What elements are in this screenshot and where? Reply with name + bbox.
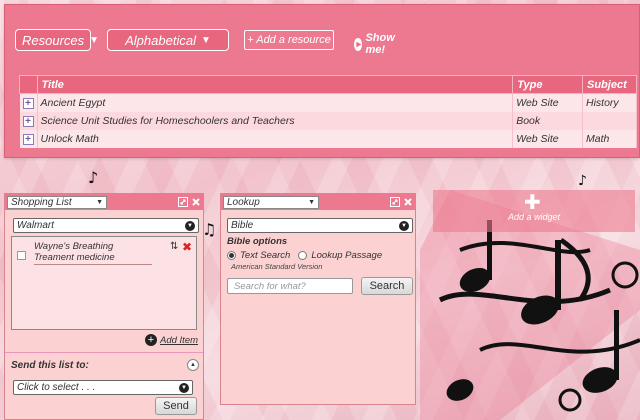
table-row[interactable]: + Science Unit Studies for Homeschoolers… [19,111,637,130]
send-button[interactable]: Send [155,397,197,415]
resources-panel: Resources ▼ Alphabetical ▼ + Add a resou… [4,4,640,158]
item-checkbox[interactable] [17,251,26,260]
show-me-label: Show me! [365,32,395,56]
chevron-down-icon: ▼ [96,198,103,206]
row-type: Web Site [512,129,583,148]
store-select-value: Walmart [17,220,55,231]
sort-dropdown[interactable]: Alphabetical ▼ [107,29,229,51]
close-icon[interactable] [403,197,413,207]
widget-type-select[interactable]: Shopping List ▼ [7,195,107,209]
add-circle-icon: + [145,334,157,346]
divider [5,352,203,353]
close-icon[interactable] [191,197,201,207]
lookup-widget: Lookup ▼ Bible ▼ Bible options Text Sear… [220,193,416,405]
add-widget-label: Add a widget [507,212,561,222]
column-header-subject[interactable]: Subject [582,75,637,94]
column-header-type[interactable]: Type [512,75,583,94]
table-row[interactable]: + Ancient Egypt Web Site History [19,93,637,112]
chevron-down-icon: ▼ [200,34,211,46]
resources-dropdown-label: Resources [22,32,85,48]
chevron-down-icon: ▼ [89,34,100,46]
expand-plus-icon[interactable]: + [22,115,34,127]
shopping-list-widget: Shopping List ▼ Walmart ▼ Wayne's Breath… [4,193,204,420]
lookup-source-select[interactable]: Bible ▼ [227,218,413,233]
chevron-down-icon: ▼ [399,220,409,231]
music-note-icon: ♪ [578,173,587,189]
plus-icon: ✚ [524,192,541,214]
widget-header: Lookup ▼ [221,194,415,210]
column-header-title[interactable]: Title [36,75,514,94]
shopping-items-list: Wayne's Breathing Treament medicine ⇅ ✖ [11,236,197,330]
resize-icon[interactable] [178,197,188,207]
expand-plus-icon[interactable]: + [22,133,34,145]
row-subject: History [582,93,637,112]
store-select[interactable]: Walmart ▼ [13,218,199,233]
sort-dropdown-label: Alphabetical [125,32,196,48]
chevron-down-icon: ▼ [308,198,315,206]
collapse-up-icon[interactable]: ▲ [187,359,199,371]
row-title[interactable]: Science Unit Studies for Homeschoolers a… [37,111,514,130]
widget-header: Shopping List ▼ [5,194,203,210]
search-button[interactable]: Search [361,277,413,295]
show-me-button[interactable]: Show me! [354,32,399,56]
add-item-label: Add Item [160,334,199,346]
search-mode-radios: Text Search Lookup Passage [227,250,382,261]
sort-arrows-icon[interactable]: ⇅ [170,241,178,252]
chevron-down-icon: ▼ [179,382,189,393]
recipient-select[interactable]: Click to select . . . ▼ [13,380,193,395]
lookup-source-value: Bible [231,220,254,231]
widget-type-select[interactable]: Lookup ▼ [223,195,319,209]
chevron-down-icon: ▼ [185,220,195,231]
resources-table: Title Type Subject + Ancient Egypt Web S… [19,75,637,148]
delete-x-icon[interactable]: ✖ [182,240,192,254]
text-search-label[interactable]: Text Search [240,250,290,261]
table-header-row: Title Type Subject [19,75,637,94]
music-note-icon: ♪ [88,168,99,187]
bible-options-label: Bible options [227,236,288,247]
lookup-passage-label[interactable]: Lookup Passage [311,250,382,261]
lookup-passage-radio[interactable] [298,251,308,260]
recipient-select-placeholder: Click to select . . . [17,382,96,393]
row-title[interactable]: Unlock Math [37,129,514,148]
text-search-radio[interactable] [227,251,236,260]
row-type: Web Site [512,93,583,112]
item-text[interactable]: Wayne's Breathing Treament medicine [34,241,152,265]
bible-version-label: American Standard Version [231,262,323,271]
send-list-label: Send this list to: [11,360,89,371]
add-resource-button[interactable]: + Add a resource [244,30,334,50]
widget-type-label: Shopping List [11,196,72,208]
music-note-icon: ♫ [202,220,217,239]
row-subject: Math [582,129,637,148]
search-input[interactable]: Search for what? [227,278,353,294]
row-title[interactable]: Ancient Egypt [37,93,514,112]
widget-type-label: Lookup [227,196,260,208]
add-item-button[interactable]: + Add Item [145,334,198,346]
expand-plus-icon[interactable]: + [22,97,34,109]
resources-dropdown[interactable]: Resources ▼ [15,29,99,51]
resize-icon[interactable] [390,197,400,207]
table-row[interactable]: + Unlock Math Web Site Math [19,129,637,148]
add-widget-button[interactable]: ✚ Add a widget [433,190,635,232]
row-type: Book [512,111,583,130]
play-icon [354,37,363,51]
row-subject [582,111,637,130]
